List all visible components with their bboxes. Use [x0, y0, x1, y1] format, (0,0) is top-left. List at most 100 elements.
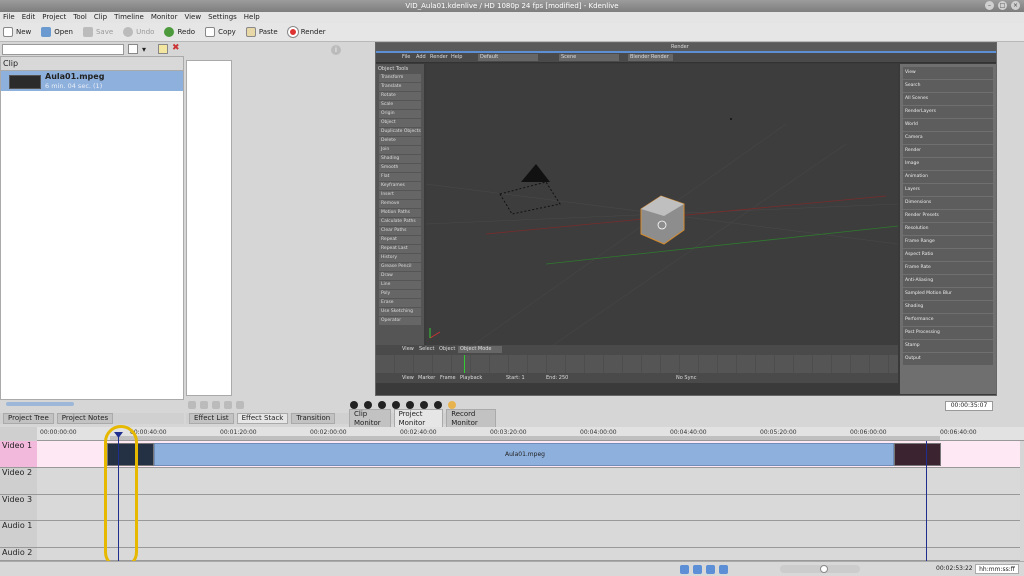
copy-button[interactable]: Copy [205, 27, 236, 37]
effect-down-icon[interactable] [200, 401, 208, 409]
effect-bottom-icon[interactable] [224, 401, 232, 409]
monitor-timecode[interactable]: 00:00:35:07 [945, 401, 993, 411]
blender-prop-item[interactable]: Anti-Aliasing [903, 275, 993, 287]
blender-prop-item[interactable]: RenderLayers [903, 106, 993, 118]
blender-prop-item[interactable]: Animation [903, 171, 993, 183]
blender-prop-item[interactable]: Dimensions [903, 197, 993, 209]
blender-prop-item[interactable]: View [903, 67, 993, 79]
tab-project-notes[interactable]: Project Notes [56, 413, 114, 424]
blender-prop-item[interactable]: Post Processing [903, 327, 993, 339]
blender-prop-item[interactable]: Performance [903, 314, 993, 326]
redo-button[interactable]: Redo [164, 27, 195, 37]
tab-clip-monitor[interactable]: Clip Monitor [349, 408, 391, 429]
maximize-icon[interactable]: □ [998, 1, 1007, 10]
menu-tool[interactable]: Tool [73, 12, 87, 23]
menu-clip[interactable]: Clip [94, 12, 107, 23]
blender-tool-item[interactable]: Line [379, 281, 421, 289]
blender-tool-item[interactable]: Origin [379, 110, 421, 118]
blender-tool-item[interactable]: Grease Pencil [379, 263, 421, 271]
minimize-icon[interactable]: – [985, 1, 994, 10]
zone-bar[interactable] [110, 436, 940, 440]
blender-tool-item[interactable]: Scale [379, 101, 421, 109]
blender-prop-item[interactable]: Resolution [903, 223, 993, 235]
blender-tool-item[interactable]: Repeat Last [379, 245, 421, 253]
blender-prop-item[interactable]: Shading [903, 301, 993, 313]
menu-help[interactable]: Help [244, 12, 260, 23]
blender-prop-item[interactable]: All Scenes [903, 93, 993, 105]
effect-reset-icon[interactable] [236, 401, 244, 409]
blender-tool-item[interactable]: Keyframes [379, 182, 421, 190]
blender-prop-item[interactable]: Aspect Ratio [903, 249, 993, 261]
audio-thumbnails-icon[interactable] [706, 565, 715, 574]
track-header-video-1[interactable]: Video 1 [0, 441, 37, 468]
close-icon[interactable]: × [1011, 1, 1020, 10]
tab-transition[interactable]: Transition [291, 413, 336, 424]
blender-tool-item[interactable]: Flat [379, 173, 421, 181]
info-icon[interactable]: i [331, 45, 341, 55]
effect-top-icon[interactable] [212, 401, 220, 409]
open-button[interactable]: Open [41, 27, 73, 37]
blender-tool-item[interactable]: Delete [379, 137, 421, 145]
tab-project-monitor[interactable]: Project Monitor [393, 408, 444, 429]
track-header-audio-1[interactable]: Audio 1 [0, 521, 37, 548]
menu-timeline[interactable]: Timeline [114, 12, 144, 23]
horizontal-scrollbar[interactable] [6, 402, 74, 406]
blender-tool-item[interactable]: Operator [379, 317, 421, 325]
blender-tool-item[interactable]: Remove [379, 200, 421, 208]
blender-tool-item[interactable]: Use Sketching [379, 308, 421, 316]
new-button[interactable]: New [3, 27, 31, 37]
blender-tool-item[interactable]: Erase [379, 299, 421, 307]
blender-tool-item[interactable]: Duplicate Objects [379, 128, 421, 136]
paste-button[interactable]: Paste [245, 27, 278, 37]
menu-file[interactable]: File [3, 12, 15, 23]
blender-tool-item[interactable]: Poly [379, 290, 421, 298]
video-thumbnails-icon[interactable] [693, 565, 702, 574]
tab-project-tree[interactable]: Project Tree [3, 413, 54, 424]
blender-tool-item[interactable]: Motion Paths [379, 209, 421, 217]
clip-list-item[interactable]: Aula01.mpeg 6 min. 04 sec. (1) [1, 71, 183, 91]
blender-prop-item[interactable]: Layers [903, 184, 993, 196]
menu-settings[interactable]: Settings [208, 12, 237, 23]
blender-prop-item[interactable]: Render Presets [903, 210, 993, 222]
tab-record-monitor[interactable]: Record Monitor [446, 408, 496, 429]
menu-view[interactable]: View [184, 12, 201, 23]
zoom-slider[interactable] [780, 565, 860, 573]
markers-icon[interactable] [719, 565, 728, 574]
blender-prop-item[interactable]: Frame Range [903, 236, 993, 248]
tab-effect-list[interactable]: Effect List [189, 413, 234, 424]
blender-tool-item[interactable]: Insert [379, 191, 421, 199]
delete-clip-icon[interactable]: ✖ [172, 43, 180, 53]
clip-thumb-end[interactable] [894, 443, 941, 466]
blender-tool-item[interactable]: Transform [379, 74, 421, 82]
blender-prop-item[interactable]: World [903, 119, 993, 131]
snap-icon[interactable] [680, 565, 689, 574]
tab-effect-stack[interactable]: Effect Stack [236, 413, 289, 424]
blender-prop-item[interactable]: Render [903, 145, 993, 157]
blender-tool-item[interactable]: Translate [379, 83, 421, 91]
blender-tool-item[interactable]: Smooth [379, 164, 421, 172]
track-header-video-3[interactable]: Video 3 [0, 495, 37, 521]
blender-prop-item[interactable]: Frame Rate [903, 262, 993, 274]
blender-tool-item[interactable]: Clear Paths [379, 227, 421, 235]
save-button[interactable]: Save [82, 27, 113, 37]
render-button[interactable]: Render [287, 27, 326, 37]
timeline-clip[interactable]: Aula01.mpeg [154, 443, 894, 466]
timeline-ruler[interactable]: 00:00:00:00 00:00:40:00 00:01:20:00 00:0… [0, 427, 1024, 441]
edit-clip-icon[interactable] [158, 44, 168, 54]
menu-edit[interactable]: Edit [22, 12, 36, 23]
blender-tool-item[interactable]: Shading [379, 155, 421, 163]
blender-prop-item[interactable]: Image [903, 158, 993, 170]
blender-prop-item[interactable]: Search [903, 80, 993, 92]
blender-tool-item[interactable]: Object [379, 119, 421, 127]
blender-tool-item[interactable]: Rotate [379, 92, 421, 100]
timecode-format[interactable]: hh:mm:ss:ff [975, 564, 1019, 574]
add-clip-icon[interactable] [128, 44, 138, 54]
track-header-video-2[interactable]: Video 2 [0, 468, 37, 495]
blender-prop-item[interactable]: Stamp [903, 340, 993, 352]
chevron-down-icon[interactable]: ▾ [142, 45, 146, 54]
blender-tool-item[interactable]: Repeat [379, 236, 421, 244]
blender-tool-item[interactable]: Draw [379, 272, 421, 280]
blender-tool-item[interactable]: History [379, 254, 421, 262]
blender-prop-item[interactable]: Output [903, 353, 993, 365]
blender-tool-item[interactable]: Calculate Paths [379, 218, 421, 226]
